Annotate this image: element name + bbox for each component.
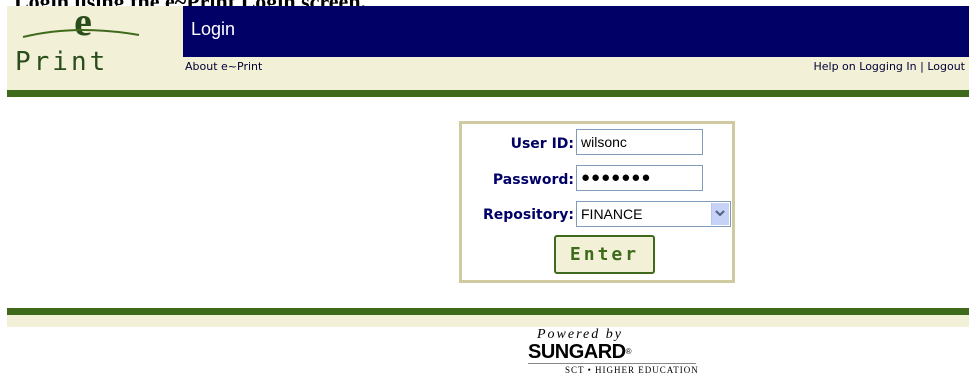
help-link[interactable]: Help on Logging In [813, 60, 916, 73]
user-id-label: User ID: [510, 136, 574, 152]
password-input[interactable]: ●●●●●●● [576, 165, 703, 191]
about-link[interactable]: About e~Print [185, 60, 262, 74]
header-divider [7, 90, 969, 97]
enter-button[interactable]: Enter [554, 235, 655, 274]
powered-by-text: Powered by [537, 327, 623, 342]
login-panel: User ID: wilsonc Password: ●●●●●●● Repos… [459, 121, 735, 283]
division-text: SCT • HIGHER EDUCATION [565, 365, 699, 375]
repository-label: Repository: [483, 207, 574, 223]
user-id-input[interactable]: wilsonc [576, 129, 703, 155]
nav-bar: About e~Print Help on Logging In | Logou… [183, 57, 969, 90]
page-title: Login [191, 19, 236, 39]
footer-logo-rule [528, 363, 696, 364]
nav-separator: | [920, 60, 924, 73]
footer-divider [7, 308, 969, 315]
chevron-down-icon [715, 210, 725, 217]
brand-name: SUNGARD [528, 341, 626, 363]
sungard-logo: SUNGARD® [528, 341, 632, 363]
repository-value: FINANCE [581, 206, 643, 222]
logout-link[interactable]: Logout [927, 60, 965, 73]
registered-mark: ® [625, 347, 632, 356]
dropdown-arrow-button[interactable] [711, 203, 729, 225]
footer-band [7, 315, 969, 327]
nav-right-links: Help on Logging In | Logout [813, 60, 965, 74]
logo-word: Print [15, 47, 109, 77]
password-label: Password: [492, 172, 574, 188]
title-bar: Login [183, 6, 969, 57]
repository-select[interactable]: FINANCE [576, 201, 731, 227]
logo-swoosh-icon [22, 28, 140, 38]
eprint-logo: e Print [7, 0, 183, 90]
